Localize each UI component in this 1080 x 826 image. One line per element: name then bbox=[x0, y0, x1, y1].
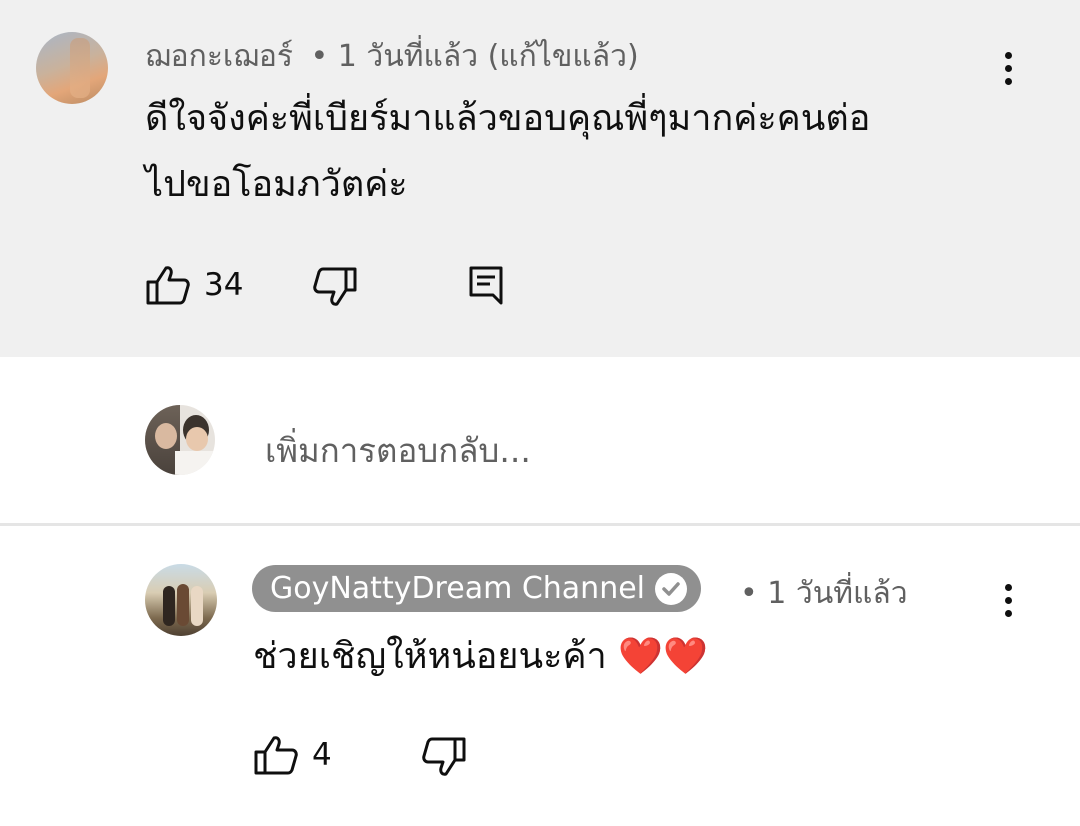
like-button[interactable]: 34 bbox=[146, 265, 243, 305]
reply-text: ช่วยเชิญให้หน่อยนะค้า ❤️❤️ bbox=[253, 636, 708, 677]
commenter-avatar[interactable] bbox=[36, 32, 108, 104]
reply-comment-icon[interactable] bbox=[468, 265, 504, 305]
thumb-up-icon bbox=[254, 736, 298, 775]
comment-author[interactable]: ฌอกะเฌอร์ bbox=[145, 39, 293, 74]
reply-author: GoyNattyDream Channel bbox=[270, 571, 645, 606]
channel-avatar[interactable] bbox=[145, 564, 217, 636]
like-count: 34 bbox=[204, 267, 244, 303]
channel-name-badge[interactable]: GoyNattyDream Channel bbox=[252, 565, 701, 612]
thumb-down-icon[interactable] bbox=[422, 737, 466, 777]
verified-check-icon bbox=[655, 572, 687, 605]
divider bbox=[0, 523, 1080, 526]
comment-text-line-2: ไปขอโอมภวัตค่ะ bbox=[145, 164, 408, 205]
thumb-up-icon bbox=[146, 266, 190, 305]
comment-timestamp: • 1 วันที่แล้ว (แก้ไขแล้ว) bbox=[310, 39, 639, 74]
user-avatar bbox=[145, 405, 215, 475]
add-reply-input[interactable]: เพิ่มการตอบกลับ... bbox=[265, 424, 531, 477]
comment-text-line-1: ดีใจจังค่ะพี่เบียร์มาแล้วขอบคุณพี่ๆมากค่… bbox=[145, 98, 871, 139]
more-vert-icon[interactable] bbox=[1002, 584, 1014, 623]
reply-like-button[interactable]: 4 bbox=[254, 735, 332, 775]
reply-timestamp: • 1 วันที่แล้ว bbox=[740, 576, 908, 611]
highlighted-comment: ฌอกะเฌอร์ • 1 วันที่แล้ว (แก้ไขแล้ว) ดีใ… bbox=[0, 0, 1080, 357]
reply-like-count: 4 bbox=[312, 737, 332, 773]
thumb-down-icon[interactable] bbox=[313, 267, 357, 307]
